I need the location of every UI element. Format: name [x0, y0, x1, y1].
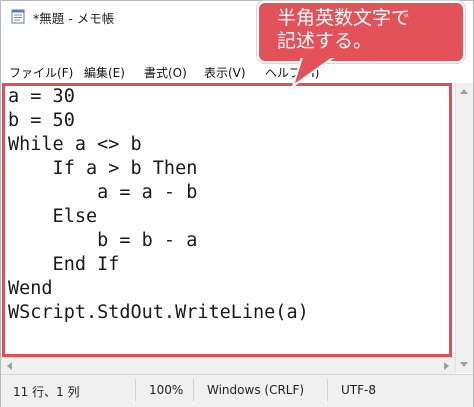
cursor-position: 11 行、1 列: [13, 385, 80, 399]
scroll-down-icon[interactable]: [460, 362, 468, 367]
code-line: b = 50: [8, 110, 75, 131]
callout-text: 半角英数文字で 記述する。: [277, 7, 410, 53]
scroll-up-icon[interactable]: [460, 89, 468, 94]
callout-line-2: 記述する。: [277, 30, 373, 52]
window-title: *無題 - メモ帳: [33, 11, 115, 26]
menu-file[interactable]: ファイル(F): [9, 64, 73, 81]
menu-view[interactable]: 表示(V): [204, 64, 246, 81]
status-divider: [135, 379, 136, 401]
code-line: If a > b Then: [8, 158, 198, 179]
status-divider: [193, 379, 194, 401]
code-line: End If: [8, 254, 120, 275]
callout-line-1: 半角英数文字で: [277, 7, 411, 29]
menu-bar: ファイル(F) 編集(E) 書式(O) 表示(V) ヘルプ(H): [1, 61, 473, 83]
encoding: UTF-8: [341, 383, 376, 397]
menu-edit[interactable]: 編集(E): [84, 64, 125, 81]
menu-help[interactable]: ヘルプ(H): [265, 64, 319, 81]
text-editor[interactable]: a = 30 b = 50 While a <> b If a > b Then…: [3, 83, 453, 355]
zoom-level: 100%: [149, 383, 184, 397]
scroll-right-icon[interactable]: [444, 362, 449, 370]
code-line: b = b - a: [8, 230, 198, 251]
code-line: a = 30: [8, 86, 75, 107]
code-line: Else: [8, 206, 98, 227]
status-bar: 11 行、1 列 100% Windows (CRLF) UTF-8: [1, 374, 473, 407]
status-divider: [327, 379, 328, 401]
scroll-left-icon[interactable]: [7, 362, 12, 370]
code-line: WScript.StdOut.WriteLine(a): [8, 302, 309, 323]
code-line: Wend: [8, 278, 53, 299]
line-ending: Windows (CRLF): [207, 383, 305, 397]
notepad-icon: [11, 9, 25, 24]
vertical-scrollbar[interactable]: [455, 83, 473, 373]
code-line: a = a - b: [8, 182, 198, 203]
menu-format[interactable]: 書式(O): [144, 64, 187, 81]
code-line: While a <> b: [8, 134, 142, 155]
horizontal-scrollbar[interactable]: [1, 357, 455, 374]
